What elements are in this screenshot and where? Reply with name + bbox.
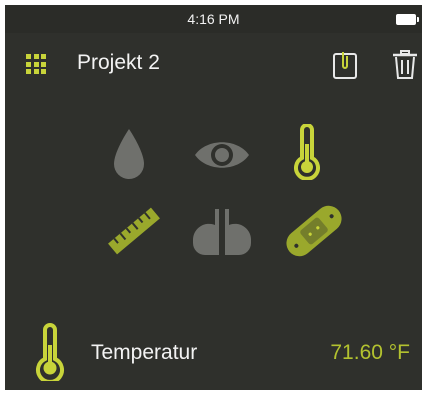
trash-icon[interactable] <box>391 49 419 81</box>
cheek-icon[interactable] <box>191 205 253 257</box>
project-title: Projekt 2 <box>77 51 160 74</box>
status-bar: 4:16 PM <box>5 5 422 33</box>
reading-label: Temperatur <box>91 341 198 364</box>
thermometer-icon <box>35 323 65 384</box>
battery-icon <box>396 14 419 25</box>
status-time: 4:16 PM <box>187 11 240 27</box>
app-screen: 4:16 PM Projekt 2 Temperatur 71.60 °F <box>5 5 422 390</box>
clipboard-icon[interactable] <box>331 50 359 80</box>
grid-menu-icon[interactable] <box>26 54 46 74</box>
reading-value: 71.60 °F <box>330 341 410 364</box>
drop-icon[interactable] <box>110 127 148 182</box>
ruler-icon[interactable] <box>104 203 164 259</box>
thermometer-icon[interactable] <box>294 124 320 180</box>
eye-icon[interactable] <box>193 135 251 175</box>
bandage-icon[interactable] <box>282 201 346 261</box>
